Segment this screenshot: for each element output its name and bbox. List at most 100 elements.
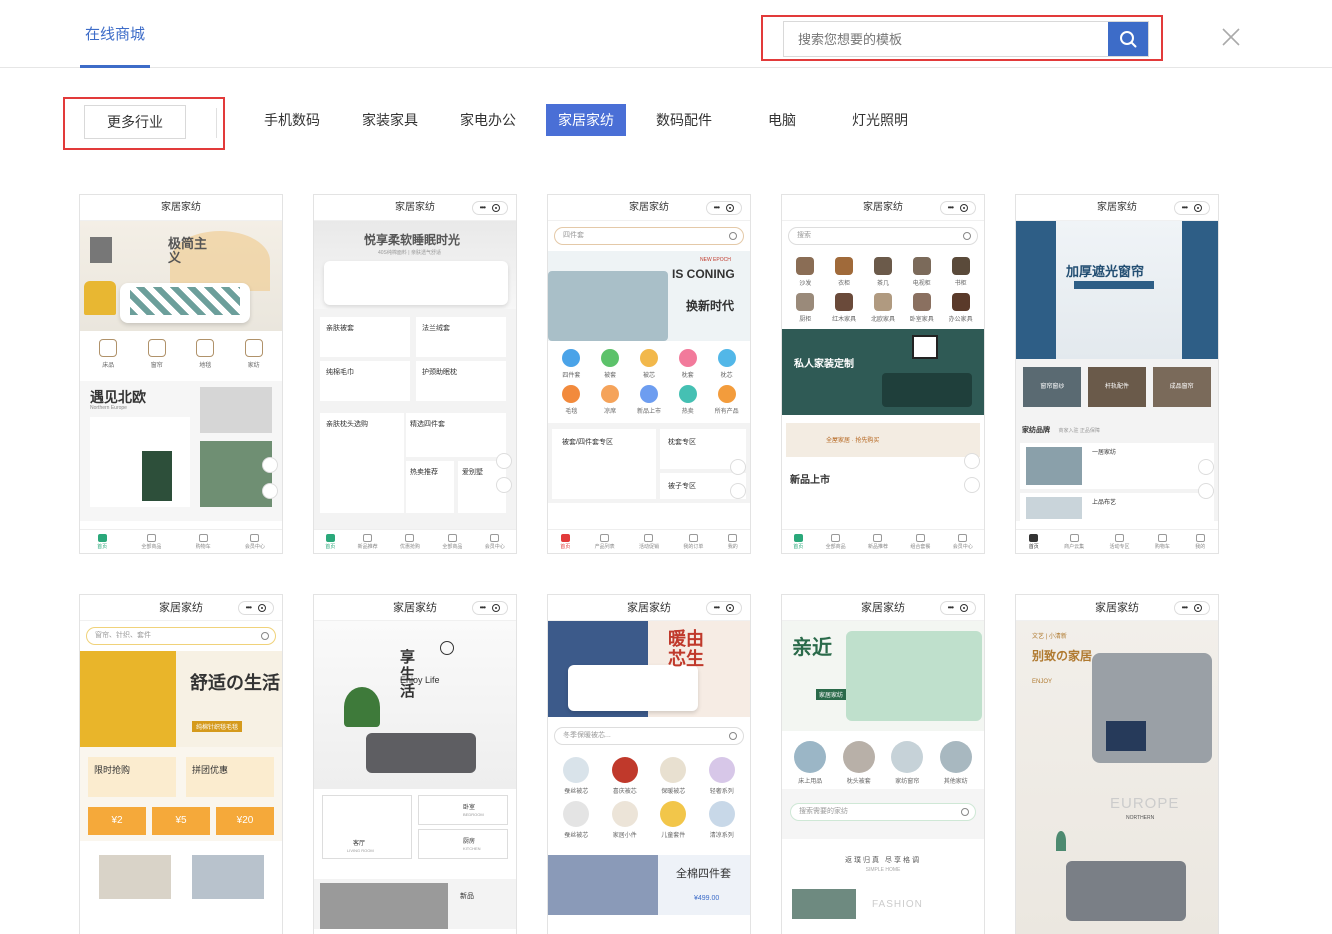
tab-new[interactable]: 新品推荐	[868, 533, 888, 550]
menu-capsule[interactable]: •••	[940, 601, 976, 615]
tab-events[interactable]: 活动专区	[1109, 533, 1129, 550]
icon-item[interactable]: 家纺窗帘	[885, 741, 929, 785]
icon-item[interactable]: 地毯	[187, 339, 223, 369]
icon-item[interactable]: 枕头被套	[837, 741, 881, 785]
flash-sale-tile[interactable]: 限时抢购	[88, 757, 176, 797]
template-card-2[interactable]: 家居家纺 ••• 悦享柔软睡眠时光 40S纯棉面料 | 亲肤透气舒适 亲肤被套 …	[313, 194, 517, 554]
menu-capsule[interactable]: •••	[472, 201, 508, 215]
tile[interactable]: 护颈助眠枕	[416, 361, 506, 401]
mini-search-bar[interactable]: 四件套	[554, 227, 744, 245]
tile[interactable]: 精选四件套	[406, 413, 506, 457]
room-tile[interactable]: 卧室 BEDROOM	[418, 795, 508, 825]
icon-item[interactable]: 枕套	[670, 349, 706, 379]
group-buy-tile[interactable]: 拼团优惠	[186, 757, 274, 797]
tab-home[interactable]: 首页	[793, 533, 803, 550]
tile[interactable]: 窗帘窗纱	[1023, 367, 1082, 407]
mini-search-bar[interactable]: 搜索	[788, 227, 978, 245]
icon-item[interactable]: 保暖被芯	[651, 757, 695, 795]
tab-cart[interactable]: 购物车	[1155, 533, 1170, 550]
icon-item[interactable]: 枕芯	[709, 349, 745, 379]
phone-icon[interactable]	[730, 459, 746, 475]
product-image[interactable]	[191, 855, 264, 899]
tab-home[interactable]: 首页	[560, 533, 570, 550]
room-tile[interactable]: 客厅 LIVING ROOM	[322, 795, 412, 859]
tab-products[interactable]: 产品列表	[595, 533, 615, 550]
icon-item[interactable]: 办公家具	[943, 293, 979, 323]
template-card-6[interactable]: 家居家纺 ••• 窗帘、针织、套件 舒适の生活 纯棉针织毯毛毯 限时抢购 拼团优…	[79, 594, 283, 934]
more-industries-button[interactable]: 更多行业	[84, 105, 186, 139]
icon-item[interactable]: 家居小件	[603, 801, 647, 839]
tile[interactable]: 亲肤枕头选购	[320, 413, 404, 513]
product-image[interactable]	[98, 855, 171, 899]
menu-capsule[interactable]: •••	[472, 601, 508, 615]
icon-item[interactable]: 四件套	[553, 349, 589, 379]
menu-capsule[interactable]: •••	[1174, 201, 1210, 215]
chat-icon[interactable]	[730, 483, 746, 499]
template-card-3[interactable]: 家居家纺 ••• 四件套 NEW EPOCH IS CONING 换新时代 四件…	[547, 194, 751, 554]
tab-bundles[interactable]: 组合套餐	[910, 533, 930, 550]
search-button[interactable]	[1108, 22, 1148, 56]
chat-icon[interactable]	[1198, 483, 1214, 499]
icon-item[interactable]: 被芯	[631, 349, 667, 379]
menu-capsule[interactable]: •••	[1174, 601, 1210, 615]
icon-item[interactable]: 喜庆被芯	[603, 757, 647, 795]
icon-item[interactable]: 红木家具	[826, 293, 862, 323]
category-home-furniture[interactable]: 家装家具	[362, 104, 418, 136]
icon-item[interactable]: 其他家纺	[934, 741, 978, 785]
template-card-10[interactable]: 家居家纺 ••• 文艺 | 小清新 别致の家居 ENJOY EUROPE NOR…	[1015, 594, 1219, 934]
template-card-9[interactable]: 家居家纺 ••• 亲近 家居家纺 床上用品 枕头被套 家纺窗帘 其他家纺 搜索需…	[781, 594, 985, 934]
mini-search-bar[interactable]: 搜索需要的家纺	[790, 803, 976, 821]
icon-item[interactable]: 热卖	[670, 385, 706, 415]
template-card-8[interactable]: 家居家纺 ••• 暖由芯生 冬季保暖被芯... 蚕丝被芯 喜庆被芯 保暖被芯 轻…	[547, 594, 751, 934]
tab-cart[interactable]: 购物车	[196, 533, 211, 550]
tab-all-products[interactable]: 全部商品	[826, 533, 846, 550]
category-home-textiles[interactable]: 家居家纺	[546, 104, 626, 136]
tab-home[interactable]: 首页	[325, 533, 335, 550]
phone-icon[interactable]	[262, 457, 278, 473]
template-card-4[interactable]: 家居家纺 ••• 搜索 沙发 衣柜 茶几 电视柜 书柜 厨柜 红木家具 北欧家具…	[781, 194, 985, 554]
icon-item[interactable]: 清凉系列	[700, 801, 744, 839]
tab-new[interactable]: 新品推荐	[358, 533, 378, 550]
icon-item[interactable]: 床品	[90, 339, 126, 369]
shop-item[interactable]: 上品布艺	[1020, 493, 1214, 521]
category-phones-digital[interactable]: 手机数码	[264, 104, 320, 136]
tab-member[interactable]: 会员中心	[953, 533, 973, 550]
tile[interactable]: 杆轨配件	[1087, 367, 1146, 407]
tab-all-products[interactable]: 全部商品	[442, 533, 462, 550]
mini-search-bar[interactable]: 冬季保暖被芯...	[554, 727, 744, 745]
icon-item[interactable]: 蚕丝被芯	[554, 801, 598, 839]
icon-item[interactable]: 书柜	[943, 257, 979, 287]
tab-mine[interactable]: 我的	[728, 533, 738, 550]
menu-capsule[interactable]: •••	[238, 601, 274, 615]
phone-icon[interactable]	[1198, 459, 1214, 475]
icon-item[interactable]: 家纺	[236, 339, 272, 369]
tab-mine[interactable]: 我的	[1195, 533, 1205, 550]
icon-item[interactable]: 沙发	[787, 257, 823, 287]
menu-capsule[interactable]: •••	[706, 201, 742, 215]
tab-orders[interactable]: 我的订单	[683, 533, 703, 550]
tile[interactable]: 纯棉毛巾	[320, 361, 410, 401]
tab-home[interactable]: 首页	[1029, 533, 1039, 550]
icon-item[interactable]: 被套	[592, 349, 628, 379]
icon-item[interactable]: 儿童套件	[651, 801, 695, 839]
icon-item[interactable]: 毛毯	[553, 385, 589, 415]
tile[interactable]: 法兰绒套	[416, 317, 506, 357]
tab-deals[interactable]: 优惠抢购	[400, 533, 420, 550]
category-lighting[interactable]: 灯光照明	[852, 104, 908, 136]
category-computers[interactable]: 电脑	[768, 104, 796, 136]
category-digital-accessories[interactable]: 数码配件	[656, 104, 712, 136]
tab-member[interactable]: 会员中心	[245, 533, 265, 550]
tab-all-products[interactable]: 全部商品	[141, 533, 161, 550]
menu-capsule[interactable]: •••	[940, 201, 976, 215]
icon-item[interactable]: 所有产品	[709, 385, 745, 415]
tile[interactable]: 被套/四件套专区	[552, 429, 656, 499]
chat-icon[interactable]	[262, 483, 278, 499]
shop-item[interactable]: 一居家纺	[1020, 443, 1214, 489]
icon-item[interactable]: 北欧家具	[865, 293, 901, 323]
icon-item[interactable]: 新品上市	[631, 385, 667, 415]
tab-promo[interactable]: 活动促销	[639, 533, 659, 550]
icon-item[interactable]: 床上用品	[788, 741, 832, 785]
coupon[interactable]: ¥20	[216, 807, 274, 835]
template-card-1[interactable]: 家居家纺 极简主义 床品 窗帘 地毯 家纺 遇见北欧 Northern Euro…	[79, 194, 283, 554]
icon-item[interactable]: 窗帘	[139, 339, 175, 369]
